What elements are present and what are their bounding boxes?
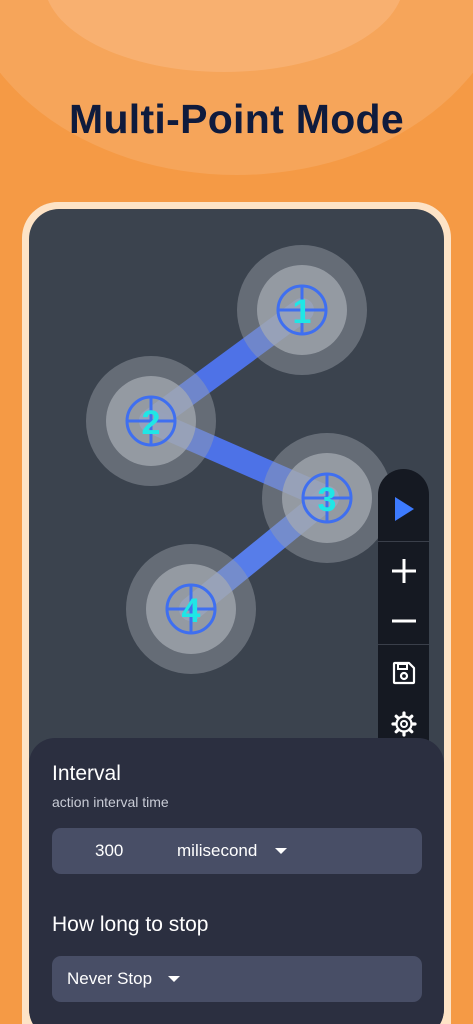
toolbar-divider (378, 644, 429, 645)
play-icon (394, 496, 414, 521)
tap-point-1-label: 1 (293, 293, 312, 331)
interval-unit-select[interactable]: milisecond (177, 841, 257, 861)
tap-point-2[interactable]: 2 (86, 356, 216, 486)
toolbar-divider (378, 541, 429, 542)
interval-title: Interval (52, 762, 121, 785)
add-point-button[interactable] (378, 545, 429, 596)
chevron-down-icon[interactable] (275, 848, 287, 854)
interval-value[interactable]: 300 (95, 841, 123, 861)
promo-page: Multi-Point Mode 1 2 3 4 Interval action… (0, 0, 473, 1024)
stop-duration-select[interactable]: Never Stop (52, 956, 422, 1002)
plus-icon (391, 558, 416, 583)
settings-sheet: Interval action interval time 300 milise… (29, 738, 444, 1024)
tap-point-3[interactable]: 3 (262, 433, 392, 563)
tap-point-3-label: 3 (318, 481, 337, 519)
remove-point-button[interactable] (378, 595, 429, 646)
save-button[interactable] (378, 647, 429, 698)
tap-point-2-label: 2 (142, 404, 161, 442)
tap-point-4[interactable]: 4 (126, 544, 256, 674)
play-button[interactable] (378, 483, 429, 534)
interval-field[interactable]: 300 milisecond (52, 828, 422, 874)
gear-icon (390, 710, 417, 737)
stop-title: How long to stop (52, 913, 209, 936)
minus-icon (391, 619, 416, 622)
interval-subtitle: action interval time (52, 794, 169, 810)
chevron-down-icon[interactable] (168, 976, 180, 982)
tap-point-1[interactable]: 1 (237, 245, 367, 375)
stop-duration-value[interactable]: Never Stop (67, 969, 152, 989)
floating-toolbar (378, 469, 429, 749)
phone-screen: 1 2 3 4 Interval action interval time 30… (29, 209, 444, 1024)
promo-title: Multi-Point Mode (68, 96, 404, 142)
save-icon (392, 661, 415, 684)
tap-point-4-label: 4 (182, 592, 201, 630)
